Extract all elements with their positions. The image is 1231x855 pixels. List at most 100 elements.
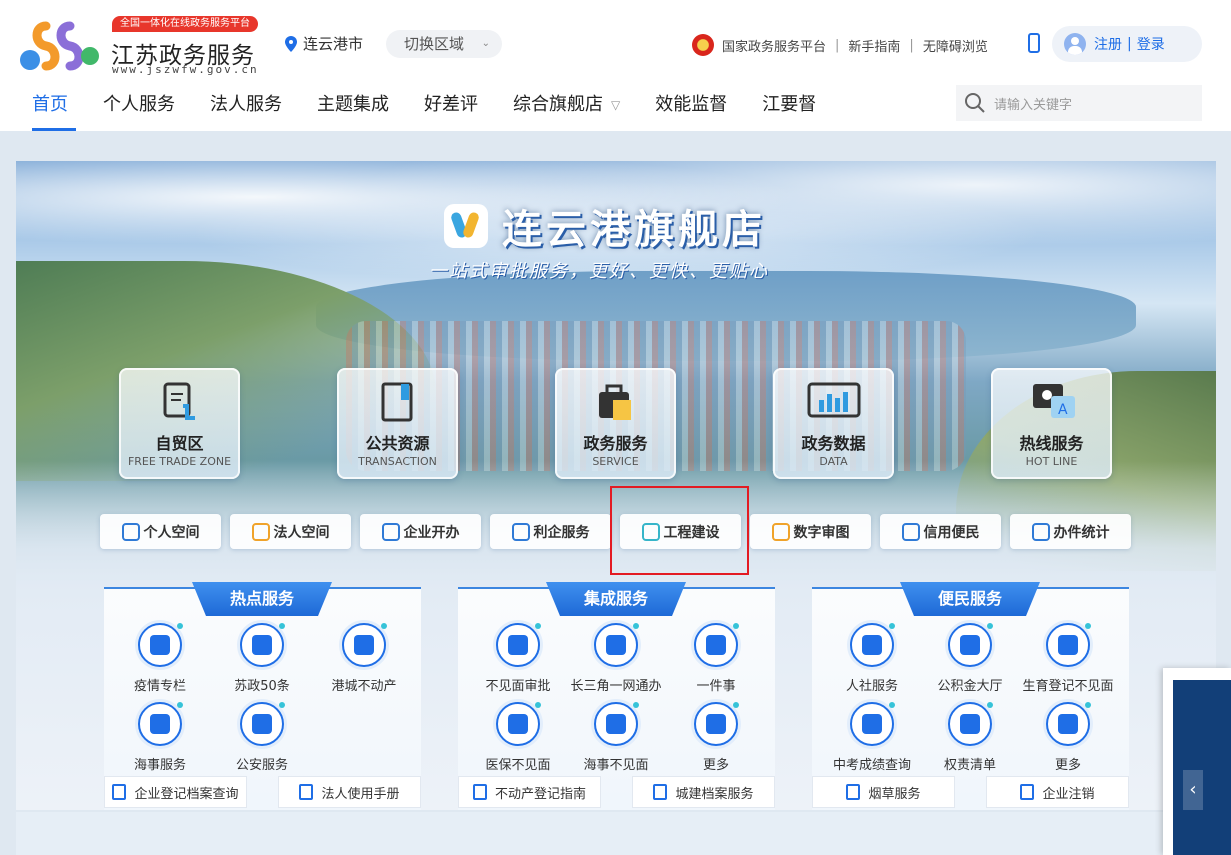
link-urban-archive[interactable]: 城建档案服务 (632, 776, 775, 808)
service-one-thing[interactable]: 一件事 (666, 623, 766, 694)
chevron-down-icon: ⌄ (481, 38, 490, 49)
site-logo[interactable]: 全国一体化在线政务服务平台 江苏政务服务 www.jszwfw.gov.cn (16, 14, 266, 78)
card-hotline[interactable]: A 热线服务 HOT LINE (991, 368, 1112, 479)
nav-jiangyaodu[interactable]: 江要督 (762, 90, 816, 131)
service-power-list[interactable]: 权责清单 (920, 702, 1020, 773)
quick-enterprise-benefit[interactable]: 利企服务 (490, 514, 611, 549)
card-data[interactable]: 政务数据 DATA (773, 368, 894, 479)
service-label: 海事服务 (133, 758, 186, 773)
service-label: 苏政50条 (234, 679, 290, 694)
service-su50[interactable]: 苏政50条 (212, 623, 312, 694)
archive-icon (112, 784, 127, 800)
quick-credit[interactable]: 信用便民 (880, 514, 1001, 549)
link-label: 不动产登记指南 (494, 786, 586, 802)
card-title: 政务数据 (801, 434, 866, 453)
link-manual[interactable]: 法人使用手册 (278, 776, 421, 808)
search-box[interactable]: 请输入关键字 (956, 85, 1202, 121)
nav-theme[interactable]: 主题集成 (317, 90, 389, 131)
card-service[interactable]: 政务服务 SERVICE (555, 368, 676, 479)
chevron-left-icon[interactable]: ‹ (1183, 770, 1203, 810)
link-tobacco[interactable]: 烟草服务 (812, 776, 955, 808)
nav-supervision[interactable]: 效能监督 (655, 90, 727, 131)
highlight-box (610, 486, 749, 575)
service-epidemic[interactable]: 疫情专栏 (110, 623, 210, 694)
nav-home[interactable]: 首页 (32, 90, 76, 131)
link-label: 企业注销 (1042, 786, 1095, 802)
service-police[interactable]: 公安服务 (212, 702, 312, 773)
service-label: 公安服务 (235, 758, 288, 773)
service-social-security[interactable]: 人社服务 (822, 623, 922, 694)
service-label: 长三角一网通办 (570, 679, 662, 694)
top-links: 国家政务服务平台 | 新手指南 | 无障碍浏览 (692, 34, 988, 56)
switch-region-button[interactable]: 切换区域 ⌄ (386, 30, 502, 58)
service-label: 公积金大厅 (937, 679, 1003, 694)
service-maritime[interactable]: 海事服务 (110, 702, 210, 773)
manual-icon (299, 784, 314, 800)
link-estate-guide[interactable]: 不动产登记指南 (458, 776, 601, 808)
location-pin-icon (285, 35, 297, 52)
service-birth-registration[interactable]: 生育登记不见面 (1018, 623, 1118, 694)
panel-links: 不动产登记指南 城建档案服务 (458, 776, 775, 810)
service-real-estate[interactable]: 港城不动产 (314, 623, 414, 694)
monitor-icon (496, 702, 541, 746)
store-subtitle: 一站式审批服务，更好、更快、更贴心 (429, 261, 769, 282)
site-url: www.jszwfw.gov.cn (112, 63, 259, 76)
service-medical[interactable]: 医保不见面 (468, 702, 568, 773)
person-icon (251, 522, 270, 541)
floating-side-panel[interactable]: ‹ (1163, 668, 1231, 855)
quick-business-start[interactable]: 企业开办 (360, 514, 481, 549)
store-title: 连云港旗舰店 (444, 197, 766, 255)
quick-legal-space[interactable]: 法人空间 (230, 514, 351, 549)
quick-label: 企业开办 (403, 524, 460, 541)
quick-statistics[interactable]: 办件统计 (1010, 514, 1131, 549)
search-icon (965, 93, 985, 113)
link-label: 法人使用手册 (321, 786, 400, 802)
quick-personal-space[interactable]: 个人空间 (100, 514, 221, 549)
link-deregistration[interactable]: 企业注销 (986, 776, 1129, 808)
service-more[interactable]: 更多 (666, 702, 766, 773)
service-housing-fund[interactable]: 公积金大厅 (920, 623, 1020, 694)
link-beginner-guide[interactable]: 新手指南 (848, 36, 900, 55)
service-exam-results[interactable]: 中考成绩查询 (822, 702, 922, 773)
document-hand-icon (163, 382, 195, 420)
divider: | (909, 37, 914, 53)
login-link[interactable]: 登录 (1137, 34, 1165, 54)
card-title: 自贸区 (155, 434, 204, 453)
store-title-text: 连云港旗舰店 (502, 207, 766, 253)
nav-legal-person[interactable]: 法人服务 (210, 90, 282, 131)
archive-icon (653, 784, 668, 800)
building-icon (850, 623, 895, 667)
quick-digital-review[interactable]: 数字审图 (750, 514, 871, 549)
service-label: 更多 (1054, 758, 1081, 773)
link-national-platform[interactable]: 国家政务服务平台 (722, 36, 826, 55)
panel-title: 便民服务 (900, 582, 1040, 616)
service-no-meeting[interactable]: 不见面审批 (468, 623, 568, 694)
blueprint-icon (771, 522, 790, 541)
service-more[interactable]: 更多 (1018, 702, 1118, 773)
book-icon (381, 382, 413, 422)
service-label: 不见面审批 (485, 679, 551, 694)
mobile-icon[interactable] (1028, 33, 1040, 53)
side-panel-content: ‹ (1173, 680, 1231, 855)
user-icon (121, 522, 140, 541)
person-icon (496, 623, 541, 667)
card-transaction[interactable]: 公共资源 TRANSACTION (337, 368, 458, 479)
nav-rating[interactable]: 好差评 (424, 90, 478, 131)
link-archive-query[interactable]: 企业登记档案查询 (104, 776, 247, 808)
service-maritime-remote[interactable]: 海事不见面 (566, 702, 666, 773)
nav-flagship-label: 综合旗舰店 (513, 94, 603, 115)
user-avatar-icon (1064, 33, 1086, 55)
register-link[interactable]: 注册 (1094, 34, 1122, 54)
panel-links: 企业登记档案查询 法人使用手册 (104, 776, 421, 810)
service-yangtze-delta[interactable]: 长三角一网通办 (566, 623, 666, 694)
ship-icon (240, 702, 285, 746)
panel-title: 热点服务 (192, 582, 332, 616)
logo-mark-icon (20, 21, 99, 71)
estate-icon (472, 784, 487, 800)
nav-flagship[interactable]: 综合旗舰店 ▽ (513, 90, 620, 131)
platform-badge: 全国一体化在线政务服务平台 (112, 16, 258, 32)
card-subtitle: TRANSACTION (358, 455, 437, 468)
card-free-trade-zone[interactable]: 自贸区 FREE TRADE ZONE (119, 368, 240, 479)
link-accessibility[interactable]: 无障碍浏览 (923, 36, 988, 55)
nav-personal[interactable]: 个人服务 (103, 90, 175, 131)
